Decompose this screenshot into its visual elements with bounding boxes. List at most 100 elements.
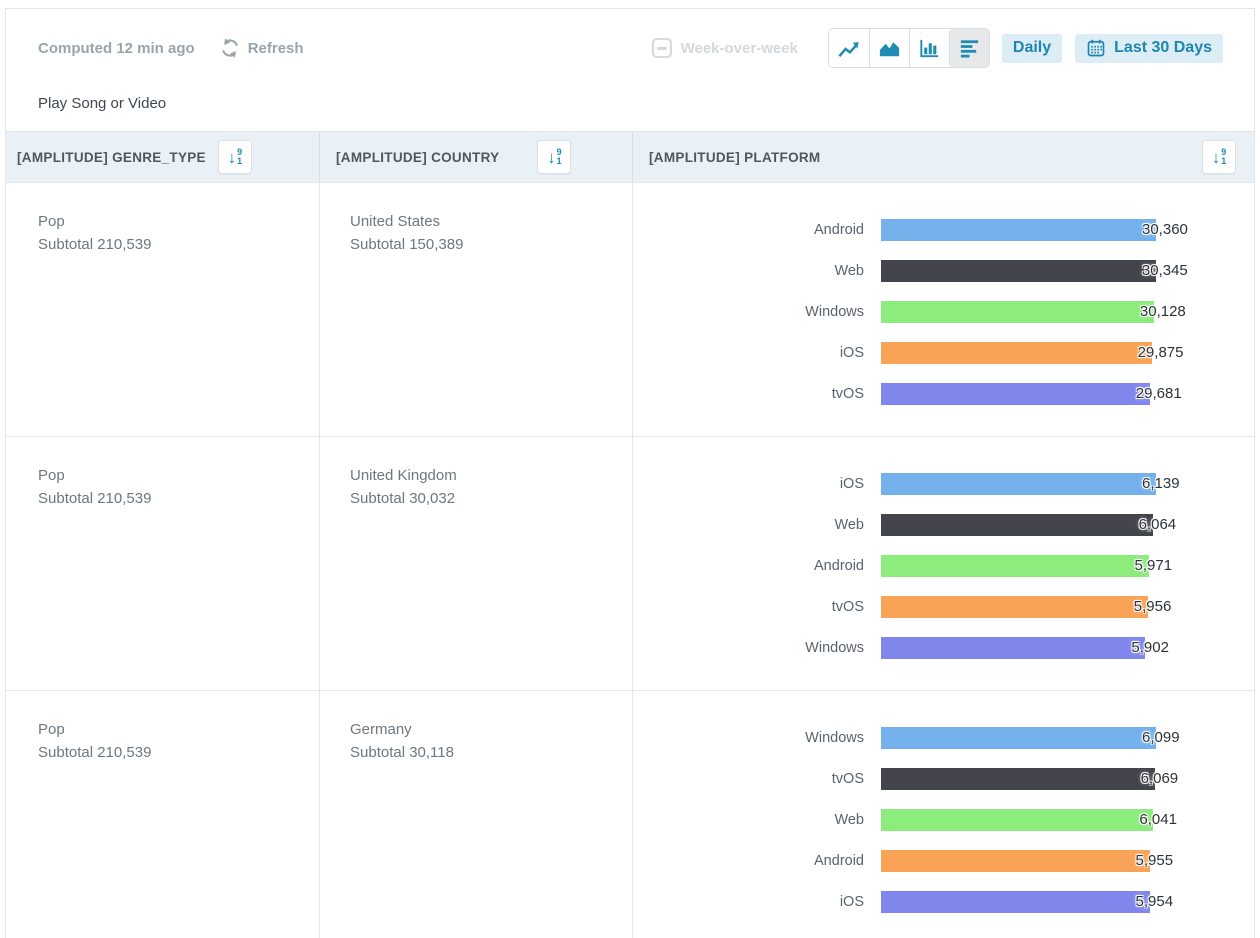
bar[interactable] bbox=[881, 260, 1156, 282]
event-name: Play Song or Video bbox=[38, 95, 166, 112]
week-over-week-label: Week-over-week bbox=[681, 40, 798, 57]
platform-label: tvOS bbox=[633, 771, 864, 787]
bar-value-label: 30,345 bbox=[1142, 262, 1188, 279]
horizontal-bar-chart: iOS6,139Web6,064 Android 5,971 tvOS5,956Win… bbox=[633, 463, 1254, 668]
interval-button[interactable]: Daily bbox=[1002, 34, 1062, 63]
bar[interactable] bbox=[881, 727, 1156, 749]
bar[interactable] bbox=[881, 383, 1150, 405]
platform-label: iOS bbox=[633, 345, 864, 361]
bar-value-label: 6,069 bbox=[1141, 770, 1179, 787]
sort-numeric-descending-icon: ↓ bbox=[547, 149, 556, 166]
bar[interactable] bbox=[881, 342, 1152, 364]
platform-label: Android bbox=[633, 558, 864, 574]
date-range-button[interactable]: Last 30 Days bbox=[1075, 34, 1223, 63]
column-header-label: [AMPLITUDE] PLATFORM bbox=[649, 150, 820, 165]
country-cell: Germany Subtotal 30,118 bbox=[319, 691, 632, 938]
computed-status: Computed 12 min ago bbox=[38, 40, 195, 57]
country-subtotal: Subtotal 150,389 bbox=[350, 233, 632, 256]
bar-value-label: 5,956 bbox=[1134, 598, 1172, 615]
sort-digits: 91 bbox=[557, 148, 562, 167]
indeterminate-checkbox-icon bbox=[652, 38, 672, 58]
bar[interactable] bbox=[881, 301, 1154, 323]
bar[interactable] bbox=[881, 596, 1148, 618]
genre-subtotal: Subtotal 210,539 bbox=[38, 233, 319, 256]
chart-type-area-button[interactable] bbox=[869, 29, 909, 67]
column-header-country: [AMPLITUDE] COUNTRY ↓ 91 bbox=[319, 132, 632, 182]
country-subtotal: Subtotal 30,032 bbox=[350, 487, 632, 510]
horizontal-bar-chart: Android30,360Web30,345Windows30,128iOS29… bbox=[633, 209, 1254, 414]
platform-cell: Android30,360Web30,345Windows30,128iOS29… bbox=[632, 183, 1254, 436]
sort-button-genre-type[interactable]: ↓ 91 bbox=[218, 140, 252, 174]
horizontal-bar-chart: Windows6,099tvOS6,069Web6,041Android5,95… bbox=[633, 717, 1254, 922]
platform-label: Web bbox=[633, 517, 864, 533]
toolbar-left: Computed 12 min ago Refresh bbox=[38, 37, 304, 59]
bar[interactable] bbox=[881, 850, 1150, 872]
platform-label: Windows bbox=[633, 304, 864, 320]
bar-row: iOS6,139 bbox=[633, 463, 1254, 504]
sort-button-platform[interactable]: ↓ 91 bbox=[1202, 140, 1236, 174]
bar-row: tvOS5,956 bbox=[633, 586, 1254, 627]
country-value: United Kingdom bbox=[350, 464, 632, 487]
platform-label: Web bbox=[633, 263, 864, 279]
event-row: Play Song or Video bbox=[6, 71, 1254, 131]
table-row: Pop Subtotal 210,539 United Kingdom Subt… bbox=[6, 437, 1254, 691]
line-chart-icon bbox=[836, 36, 861, 61]
table-body: Pop Subtotal 210,539 United States Subto… bbox=[6, 183, 1254, 938]
bar[interactable] bbox=[881, 768, 1155, 790]
horizontal-bar-chart-icon bbox=[957, 36, 982, 61]
country-value: Germany bbox=[350, 718, 632, 741]
bar-value-label: 5,902 bbox=[1131, 639, 1169, 656]
bar[interactable] bbox=[881, 219, 1156, 241]
column-header-genre-type: [AMPLITUDE] GENRE_TYPE ↓ 91 bbox=[6, 132, 319, 182]
platform-label: Web bbox=[633, 812, 864, 828]
bar[interactable] bbox=[881, 473, 1156, 495]
week-over-week-toggle[interactable]: Week-over-week bbox=[652, 38, 798, 58]
toolbar: Computed 12 min ago Refresh Week-over-we… bbox=[6, 9, 1254, 71]
bar-value-label: 5,954 bbox=[1136, 893, 1174, 910]
bar-value-label: 30,360 bbox=[1142, 221, 1188, 238]
bar-row: Android5,955 bbox=[633, 840, 1254, 881]
column-header-label: [AMPLITUDE] COUNTRY bbox=[336, 150, 499, 165]
platform-label: iOS bbox=[633, 476, 864, 492]
genre-value: Pop bbox=[38, 464, 319, 487]
table-row: Pop Subtotal 210,539 United States Subto… bbox=[6, 183, 1254, 437]
column-header-label: [AMPLITUDE] GENRE_TYPE bbox=[17, 150, 206, 165]
column-header-platform: [AMPLITUDE] PLATFORM ↓ 91 bbox=[632, 132, 1254, 182]
bar[interactable] bbox=[881, 514, 1153, 536]
chart-type-horizontal-bar-button[interactable] bbox=[949, 29, 989, 67]
interval-label: Daily bbox=[1013, 39, 1051, 57]
platform-cell: Windows6,099tvOS6,069Web6,041Android5,95… bbox=[632, 691, 1254, 938]
bar-value-label: 5,971 bbox=[1135, 557, 1173, 574]
calendar-icon bbox=[1086, 38, 1106, 58]
refresh-label: Refresh bbox=[248, 40, 304, 57]
bar-value-label: 29,875 bbox=[1138, 344, 1184, 361]
bar-row: Windows5,902 bbox=[633, 627, 1254, 668]
platform-label: Android bbox=[633, 853, 864, 869]
sort-button-country[interactable]: ↓ 91 bbox=[537, 140, 571, 174]
refresh-button[interactable]: Refresh bbox=[219, 37, 304, 59]
bar[interactable] bbox=[881, 637, 1145, 659]
bar-row: Web 30,345 bbox=[633, 250, 1254, 291]
table-row: Pop Subtotal 210,539 Germany Subtotal 30… bbox=[6, 691, 1254, 938]
bar-value-label: 6,041 bbox=[1139, 811, 1177, 828]
bar-row: Windows6,099 bbox=[633, 717, 1254, 758]
bar-row: iOS 29,875 bbox=[633, 332, 1254, 373]
bar-row: Web6,064 bbox=[633, 504, 1254, 545]
bar-value-label: 6,099 bbox=[1142, 729, 1180, 746]
chart-type-column-button[interactable] bbox=[909, 29, 949, 67]
sort-numeric-descending-icon: ↓ bbox=[228, 149, 237, 166]
refresh-icon bbox=[219, 37, 241, 59]
bar[interactable] bbox=[881, 891, 1150, 913]
bar[interactable] bbox=[881, 809, 1153, 831]
sort-digits: 91 bbox=[237, 148, 242, 167]
bar[interactable] bbox=[881, 555, 1149, 577]
country-cell: United Kingdom Subtotal 30,032 bbox=[319, 437, 632, 690]
sort-numeric-descending-icon: ↓ bbox=[1212, 149, 1221, 166]
chart-type-line-button[interactable] bbox=[829, 29, 869, 67]
platform-label: Android bbox=[633, 222, 864, 238]
genre-cell: Pop Subtotal 210,539 bbox=[6, 437, 319, 690]
chart-type-group bbox=[828, 28, 990, 68]
country-cell: United States Subtotal 150,389 bbox=[319, 183, 632, 436]
bar-row: iOS5,954 bbox=[633, 881, 1254, 922]
country-subtotal: Subtotal 30,118 bbox=[350, 741, 632, 764]
